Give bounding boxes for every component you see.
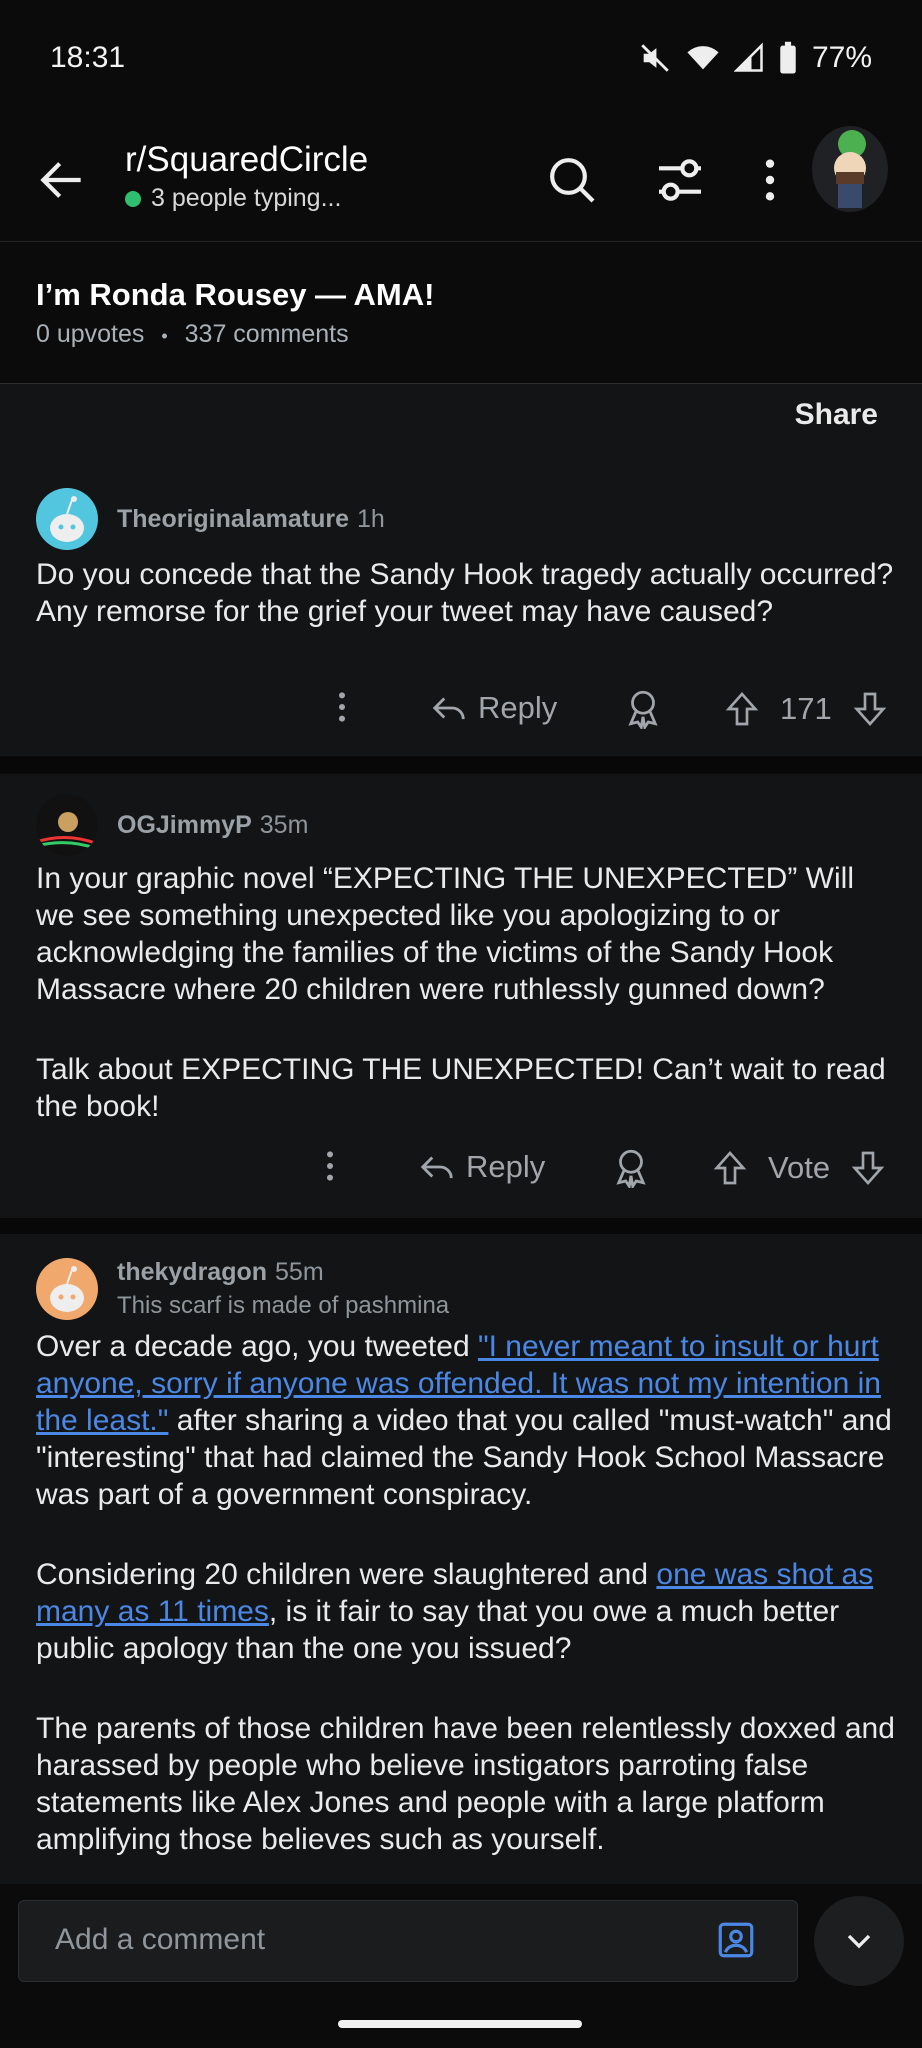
- comment-body: Do you concede that the Sandy Hook trage…: [36, 558, 894, 628]
- comment-author[interactable]: Theoriginalamature 1h: [117, 505, 385, 534]
- reply-button[interactable]: Reply: [430, 689, 557, 727]
- vote-score: Vote: [768, 1150, 831, 1185]
- status-time: 18:31: [50, 41, 126, 74]
- text-run: Over a decade ago, you tweeted: [36, 1330, 478, 1363]
- comment-separator: [0, 757, 922, 773]
- battery-icon: [780, 41, 796, 74]
- typing-text: 3 people typing...: [151, 184, 342, 212]
- comment-paragraph: Talk about EXPECTING THE UNEXPECTED! Can…: [36, 1053, 886, 1123]
- post-header: I’m Ronda Rousey — AMA! 0 upvotes • 337 …: [0, 241, 922, 385]
- vote-score: 171: [780, 691, 832, 726]
- mute-icon: [641, 44, 669, 72]
- app-bar: r/SquaredCircle 3 people typing...: [0, 116, 922, 242]
- username[interactable]: thekydragon: [117, 1258, 267, 1286]
- typing-indicator: 3 people typing...: [125, 184, 341, 213]
- reply-icon: [432, 697, 465, 720]
- status-icons: 77%: [638, 41, 872, 75]
- text-run: Considering 20 children were slaughtered…: [36, 1558, 657, 1591]
- comment-author[interactable]: thekydragon 55m: [117, 1258, 324, 1287]
- post-meta: 0 upvotes • 337 comments: [36, 320, 349, 349]
- collapse-button[interactable]: [814, 1896, 904, 1986]
- comment: OGJimmyP 35m In your graphic novel “EXPEC…: [0, 774, 922, 1218]
- more-options-icon[interactable]: [322, 687, 362, 727]
- snoo-avatar[interactable]: [36, 488, 98, 550]
- search-icon[interactable]: [544, 152, 600, 208]
- more-options-icon[interactable]: [310, 1146, 350, 1186]
- downvote-icon[interactable]: [850, 689, 890, 729]
- vote-controls: 171: [722, 689, 890, 729]
- comment-count: 337 comments: [184, 320, 349, 348]
- comment-placeholder: Add a comment: [55, 1923, 266, 1956]
- meta-separator: •: [161, 326, 168, 346]
- status-bar: 18:31 77%: [0, 0, 922, 116]
- wifi-icon: [687, 46, 719, 70]
- comment-body: In your graphic novel “EXPECTING THE UNE…: [36, 860, 896, 1168]
- back-arrow-icon[interactable]: [34, 152, 90, 208]
- comment-actions: Reply 171: [0, 677, 922, 741]
- upvote-icon[interactable]: [722, 689, 762, 729]
- reply-label: Reply: [478, 690, 558, 725]
- share-row: Share: [0, 384, 922, 464]
- comment-time: 1h: [357, 505, 385, 533]
- subreddit-name[interactable]: r/SquaredCircle: [125, 140, 368, 180]
- award-icon[interactable]: [610, 1146, 652, 1188]
- home-indicator[interactable]: [338, 2020, 582, 2028]
- signal-icon: [733, 42, 763, 72]
- comment-actions: Reply Vote: [0, 1138, 922, 1202]
- chevron-down-icon: [847, 1934, 871, 1949]
- user-flair: This scarf is made of pashmina: [117, 1292, 450, 1319]
- comment-paragraph: Considering 20 children were slaughtered…: [36, 1556, 896, 1667]
- comment-author[interactable]: OGJimmyP 35m: [117, 811, 308, 840]
- comment-separator: [0, 1218, 922, 1234]
- comment-time: 35m: [259, 811, 309, 839]
- battery-percent: 77%: [811, 41, 872, 74]
- vote-controls: Vote: [710, 1148, 888, 1188]
- downvote-icon[interactable]: [848, 1148, 888, 1188]
- comment-input[interactable]: Add a comment: [18, 1900, 798, 1982]
- award-icon[interactable]: [622, 687, 664, 729]
- comment-time: 55m: [275, 1258, 324, 1286]
- comment: Theoriginalamature 1h Do you concede that…: [0, 464, 922, 756]
- username[interactable]: OGJimmyP: [117, 811, 252, 839]
- upvote-count: 0 upvotes: [36, 320, 145, 348]
- snoo-avatar[interactable]: [36, 1258, 98, 1320]
- comment-body: Over a decade ago, you tweeted "I never …: [36, 1328, 896, 1884]
- online-dot-icon: [125, 190, 141, 207]
- reply-label: Reply: [466, 1149, 546, 1184]
- sort-filter-icon[interactable]: [652, 152, 708, 208]
- reply-icon: [420, 1156, 453, 1179]
- more-options-icon[interactable]: [742, 152, 798, 208]
- comment-paragraph: Over a decade ago, you tweeted "I never …: [36, 1328, 896, 1513]
- reply-button[interactable]: Reply: [418, 1148, 545, 1186]
- user-avatar[interactable]: [36, 794, 98, 856]
- share-button[interactable]: Share: [795, 398, 878, 432]
- post-title: I’m Ronda Rousey — AMA!: [36, 277, 435, 312]
- image-upload-icon[interactable]: [715, 1919, 757, 1961]
- user-avatar[interactable]: [812, 126, 888, 212]
- comment-paragraph: In your graphic novel “EXPECTING THE UNE…: [36, 862, 854, 1006]
- comment: thekydragon 55m This scarf is made of pas…: [0, 1234, 922, 1884]
- username[interactable]: Theoriginalamature: [117, 505, 349, 533]
- comment-paragraph: The parents of those children have been …: [36, 1712, 895, 1856]
- upvote-icon[interactable]: [710, 1148, 750, 1188]
